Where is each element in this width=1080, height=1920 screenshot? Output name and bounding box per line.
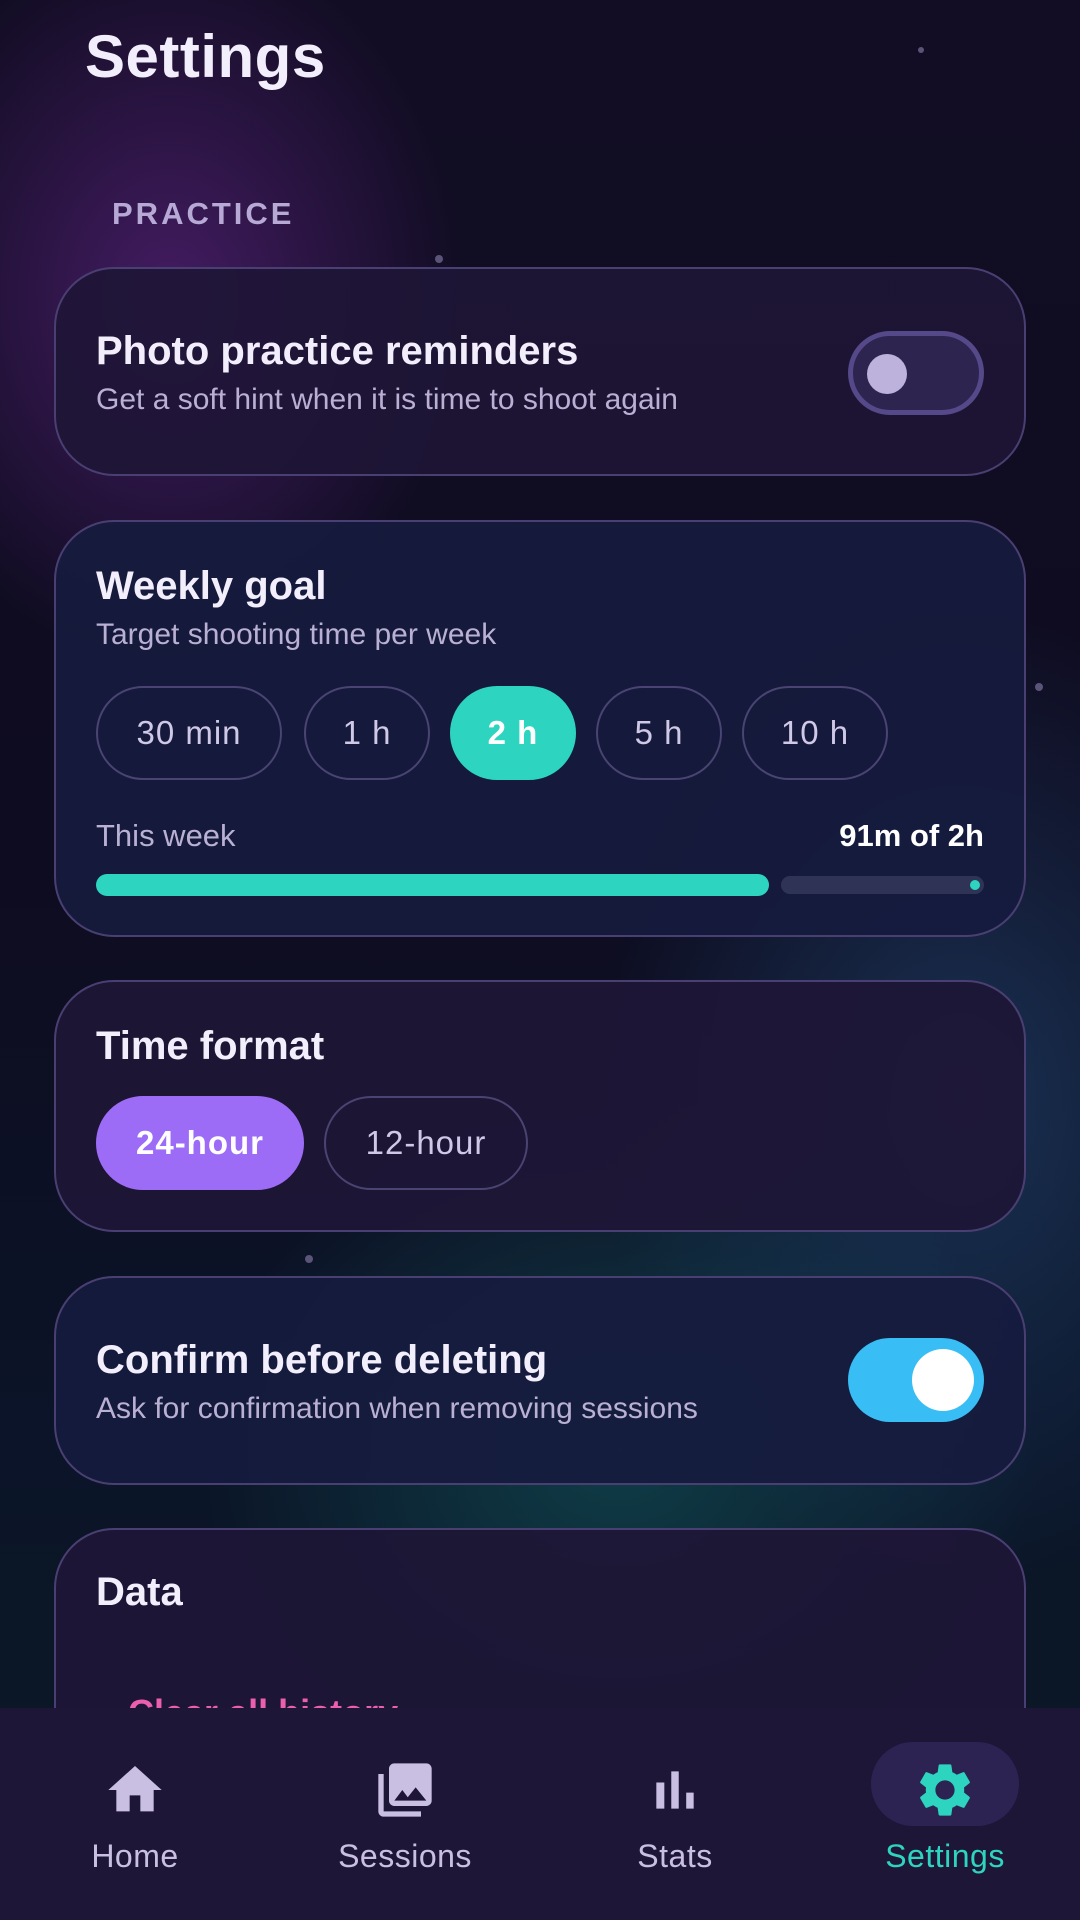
nav-item-settings[interactable]: Settings <box>810 1708 1080 1920</box>
decor-dot <box>1035 683 1043 691</box>
toggle-knob <box>867 354 907 394</box>
nav-label-sessions: Sessions <box>338 1838 472 1874</box>
decor-dot <box>435 255 443 263</box>
gear-icon <box>920 1764 970 1816</box>
nav-label-home: Home <box>91 1838 179 1874</box>
nav-label-settings: Settings <box>885 1838 1005 1874</box>
nav-label-stats: Stats <box>637 1838 713 1874</box>
progress-end-dot <box>970 880 980 890</box>
time-format-24h[interactable]: 24-hour <box>96 1096 304 1190</box>
decor-dot <box>918 47 924 53</box>
nav-item-stats[interactable]: Stats <box>540 1708 810 1920</box>
goal-chip-2h[interactable]: 2 h <box>450 686 576 780</box>
goal-chip-30min[interactable]: 30 min <box>96 686 282 780</box>
reminders-subtitle: Get a soft hint when it is time to shoot… <box>96 383 678 416</box>
nav-item-sessions[interactable]: Sessions <box>270 1708 540 1920</box>
weekly-goal-title: Weekly goal <box>96 564 327 608</box>
progress-bar-track <box>781 876 984 894</box>
reminders-toggle[interactable] <box>848 331 984 415</box>
page-title: Settings <box>85 23 326 90</box>
confirm-delete-toggle[interactable] <box>848 1338 984 1422</box>
decor-dot <box>305 1255 313 1263</box>
section-label-practice: PRACTICE <box>112 196 295 231</box>
progress-label: This week <box>96 818 236 853</box>
photo-library-icon <box>378 1763 432 1817</box>
reminders-card: Photo practice reminders Get a soft hint… <box>54 267 1026 476</box>
goal-chip-5h[interactable]: 5 h <box>596 686 722 780</box>
weekly-goal-subtitle: Target shooting time per week <box>96 618 497 651</box>
toggle-knob <box>912 1349 974 1411</box>
weekly-goal-card: Weekly goal Target shooting time per wee… <box>54 520 1026 937</box>
time-format-12h[interactable]: 12-hour <box>324 1096 528 1190</box>
data-title: Data <box>96 1570 183 1614</box>
time-format-card: Time format 24-hour 12-hour <box>54 980 1026 1232</box>
confirm-delete-title: Confirm before deleting <box>96 1338 548 1382</box>
reminders-title: Photo practice reminders <box>96 329 579 373</box>
bottom-nav: Home Sessions Stats Settings <box>0 1708 1080 1920</box>
progress-bar-fill <box>96 874 769 896</box>
confirm-delete-card: Confirm before deleting Ask for confirma… <box>54 1276 1026 1485</box>
time-format-title: Time format <box>96 1024 325 1068</box>
progress-value: 91m of 2h <box>839 818 984 853</box>
goal-chip-1h[interactable]: 1 h <box>304 686 430 780</box>
goal-chip-10h[interactable]: 10 h <box>742 686 888 780</box>
nav-item-home[interactable]: Home <box>0 1708 270 1920</box>
bar-chart-icon <box>656 1771 694 1809</box>
confirm-delete-subtitle: Ask for confirmation when removing sessi… <box>96 1392 698 1425</box>
home-icon <box>108 1766 162 1812</box>
